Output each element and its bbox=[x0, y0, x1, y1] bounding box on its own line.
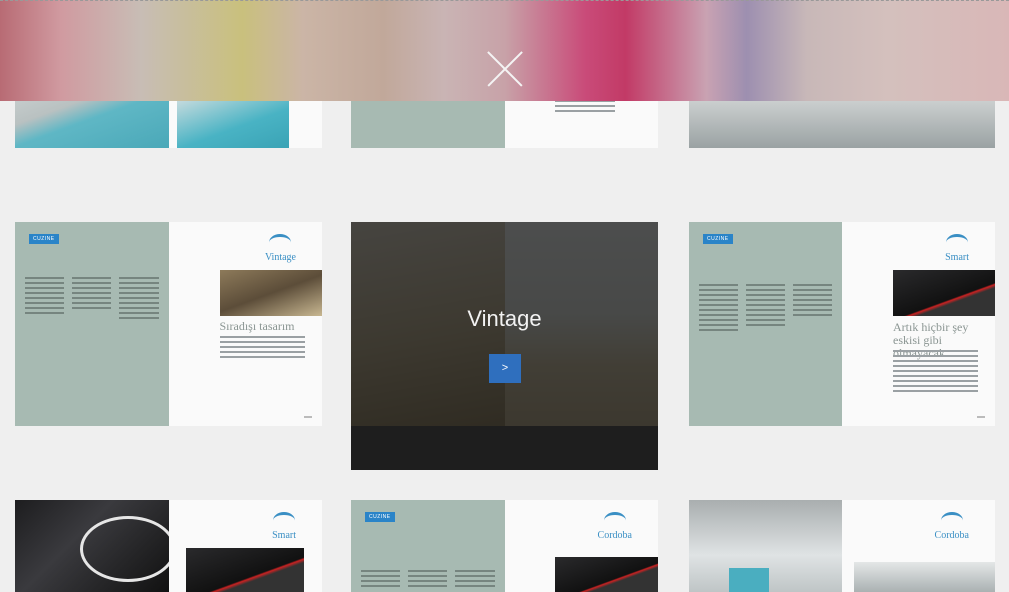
wave-icon bbox=[269, 234, 292, 251]
catalog-tile-vintage[interactable]: CUZINE Vintage Sıradışı tasarım bbox=[15, 222, 322, 426]
photo-inset bbox=[185, 548, 304, 592]
splash-icon bbox=[940, 512, 963, 529]
text-block bbox=[893, 350, 978, 395]
category-badge: CUZINE bbox=[365, 512, 395, 522]
catalog-page-left: CUZINE bbox=[15, 222, 169, 426]
catalog-page-right: Vintage Sıradışı tasarım bbox=[168, 222, 322, 426]
brand-logo: Cordoba bbox=[598, 512, 632, 541]
catalog-tile-cordoba[interactable]: CUZINE Cordoba bbox=[351, 500, 658, 592]
catalog-tile-smart-2[interactable]: Smart bbox=[15, 500, 322, 592]
splash-icon bbox=[603, 512, 626, 529]
brand-logo: Vintage bbox=[265, 234, 296, 263]
catalog-page-left: CUZINE bbox=[689, 222, 842, 426]
body-text bbox=[361, 570, 495, 590]
catalog-page-right: Cordoba bbox=[504, 500, 658, 592]
brand-logo: Cordoba bbox=[935, 512, 969, 541]
body-text bbox=[699, 284, 832, 334]
text-block bbox=[219, 336, 305, 361]
catalog-tile-vintage-selected[interactable]: Vintage > bbox=[351, 222, 658, 470]
brand-logo: Smart bbox=[945, 234, 969, 263]
page-number bbox=[304, 416, 312, 418]
body-text bbox=[25, 277, 159, 322]
photo-inset bbox=[854, 562, 995, 592]
page-heading: Sıradışı tasarım bbox=[219, 319, 295, 333]
category-badge: CUZINE bbox=[29, 234, 59, 244]
catalog-tile-cordoba-2[interactable]: Cordoba bbox=[689, 500, 995, 592]
mirror-ring bbox=[80, 516, 169, 582]
header-backdrop bbox=[0, 0, 1009, 101]
photo-inset bbox=[554, 557, 658, 592]
close-icon[interactable] bbox=[485, 49, 525, 89]
hover-overlay bbox=[351, 222, 658, 470]
wave-icon bbox=[946, 234, 969, 251]
photo-inset bbox=[219, 270, 322, 316]
catalog-page-left bbox=[689, 500, 842, 592]
catalog-tile-smart[interactable]: CUZINE Smart Artık hiçbir şey eskisi gib… bbox=[689, 222, 995, 426]
photo-inset bbox=[893, 270, 995, 316]
catalog-page-right: Cordoba bbox=[842, 500, 995, 592]
wave-icon bbox=[273, 512, 296, 529]
catalog-page-left: CUZINE bbox=[351, 500, 505, 592]
brand-logo: Smart bbox=[272, 512, 296, 541]
category-badge: CUZINE bbox=[703, 234, 733, 244]
catalog-page-right: Smart bbox=[168, 500, 322, 592]
catalog-page-right: Smart Artık hiçbir şey eskisi gibi olmay… bbox=[842, 222, 995, 426]
open-catalog-button[interactable]: > bbox=[489, 354, 521, 383]
catalog-title: Vintage bbox=[467, 306, 542, 331]
catalog-page-left bbox=[15, 500, 169, 592]
page-number bbox=[977, 416, 985, 418]
cabinet-detail bbox=[729, 568, 769, 592]
text-block bbox=[554, 100, 615, 115]
